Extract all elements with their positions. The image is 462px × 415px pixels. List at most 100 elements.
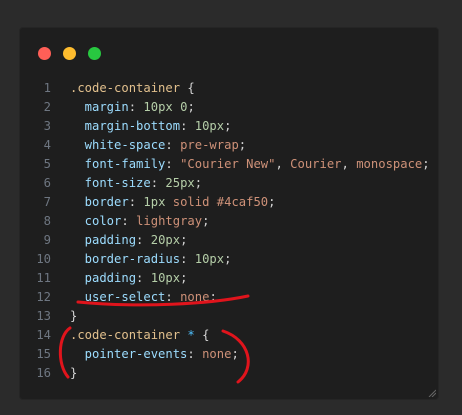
line-number: 15 (36, 347, 51, 361)
code-token: 10px (194, 119, 225, 133)
maximize-dot-icon[interactable] (88, 47, 101, 60)
code-line: 15 pointer-events: none; (20, 345, 438, 364)
code-token: ; (187, 100, 195, 114)
code-token: : (180, 252, 195, 266)
code-token: padding (70, 271, 137, 285)
code-line: 14 .code-container * { (20, 326, 438, 345)
code-token: ; (224, 252, 232, 266)
code-token: pointer-events (70, 347, 188, 361)
code-text: white-space: pre-wrap; (70, 136, 246, 155)
code-line: 5 font-family: "Courier New", Courier, m… (20, 155, 438, 174)
minimize-dot-icon[interactable] (63, 47, 76, 60)
code-line: 16} (20, 364, 438, 383)
code-token: 20px (150, 233, 181, 247)
code-token: } (70, 366, 78, 380)
code-text: } (70, 364, 77, 383)
code-line: 9 padding: 20px; (20, 231, 438, 250)
code-token: : (128, 100, 144, 114)
code-token: 10px (150, 271, 181, 285)
code-token: : (121, 214, 137, 228)
code-token: padding (70, 233, 137, 247)
code-token: 10px (143, 100, 173, 114)
code-token: none (202, 347, 232, 361)
code-token: monospace (356, 157, 423, 171)
code-token: ; (268, 195, 276, 209)
code-line: 7 border: 1px solid #4caf50; (20, 193, 438, 212)
code-token: : (136, 271, 151, 285)
line-number: 8 (43, 214, 51, 228)
code-token: lightgray (136, 214, 203, 228)
line-number: 2 (43, 100, 51, 114)
code-text: font-family: "Courier New", Courier, mon… (70, 155, 430, 174)
line-number: 14 (36, 328, 51, 342)
line-number: 12 (36, 290, 51, 304)
code-token: .code-container (70, 328, 181, 342)
code-text: .code-container { (70, 79, 195, 98)
code-token: : (136, 233, 151, 247)
code-token: 25px (165, 176, 195, 190)
code-token: ; (224, 119, 232, 133)
code-token: solid (172, 195, 210, 209)
code-token: , (341, 157, 357, 171)
line-number: 11 (36, 271, 51, 285)
line-number: 9 (43, 233, 51, 247)
code-token: .code-container (70, 81, 181, 95)
code-token: : (165, 290, 181, 304)
line-number: 10 (36, 252, 51, 266)
code-token: margin-bottom (70, 119, 181, 133)
line-number: 5 (43, 157, 51, 171)
code-text: font-size: 25px; (70, 174, 202, 193)
code-token: 10px (194, 252, 225, 266)
code-text: pointer-events: none; (70, 345, 239, 364)
code-line: 1 .code-container { (20, 79, 438, 98)
code-text: padding: 10px; (70, 269, 188, 288)
code-token: pre-wrap (180, 138, 239, 152)
code-line: 11 padding: 10px; (20, 269, 438, 288)
code-token: ; (422, 157, 430, 171)
code-token: white-space (70, 138, 166, 152)
code-token: : (150, 176, 166, 190)
code-token: font-size (70, 176, 151, 190)
code-token: color (70, 214, 122, 228)
code-token: { (194, 328, 210, 342)
code-text: } (70, 307, 77, 326)
code-token: border-radius (70, 252, 181, 266)
line-number: 7 (43, 195, 51, 209)
code-text: margin: 10px 0; (70, 98, 195, 117)
code-token: : (165, 138, 181, 152)
code-line: 12 user-select: none; (20, 288, 438, 307)
code-text: border-radius: 10px; (70, 250, 232, 269)
line-number: 1 (43, 81, 51, 95)
code-token: ; (180, 271, 188, 285)
code-text: color: lightgray; (70, 212, 210, 231)
code-token: , (275, 157, 291, 171)
code-token: : (187, 347, 203, 361)
close-dot-icon[interactable] (38, 47, 51, 60)
code-token: ; (209, 290, 217, 304)
code-text: .code-container * { (70, 326, 209, 345)
code-token: user-select (70, 290, 166, 304)
code-line: 6 font-size: 25px; (20, 174, 438, 193)
code-token: : (128, 195, 144, 209)
code-text: user-select: none; (70, 288, 217, 307)
code-token: { (180, 81, 195, 95)
code-token: font-family (70, 157, 166, 171)
line-number: 3 (43, 119, 51, 133)
resize-grip-icon[interactable] (428, 389, 436, 397)
code-token: : (165, 157, 181, 171)
code-token: "Courier New" (180, 157, 276, 171)
line-number: 6 (43, 176, 51, 190)
code-token: } (70, 309, 78, 323)
code-token: ; (238, 138, 247, 152)
line-number: 13 (36, 309, 51, 323)
code-token: 1px (143, 195, 166, 209)
code-text: border: 1px solid #4caf50; (70, 193, 276, 212)
code-line: 13} (20, 307, 438, 326)
code-token: ; (180, 233, 188, 247)
code-token: none (180, 290, 210, 304)
code-text: margin-bottom: 10px; (70, 117, 232, 136)
code-token: * (187, 328, 195, 342)
